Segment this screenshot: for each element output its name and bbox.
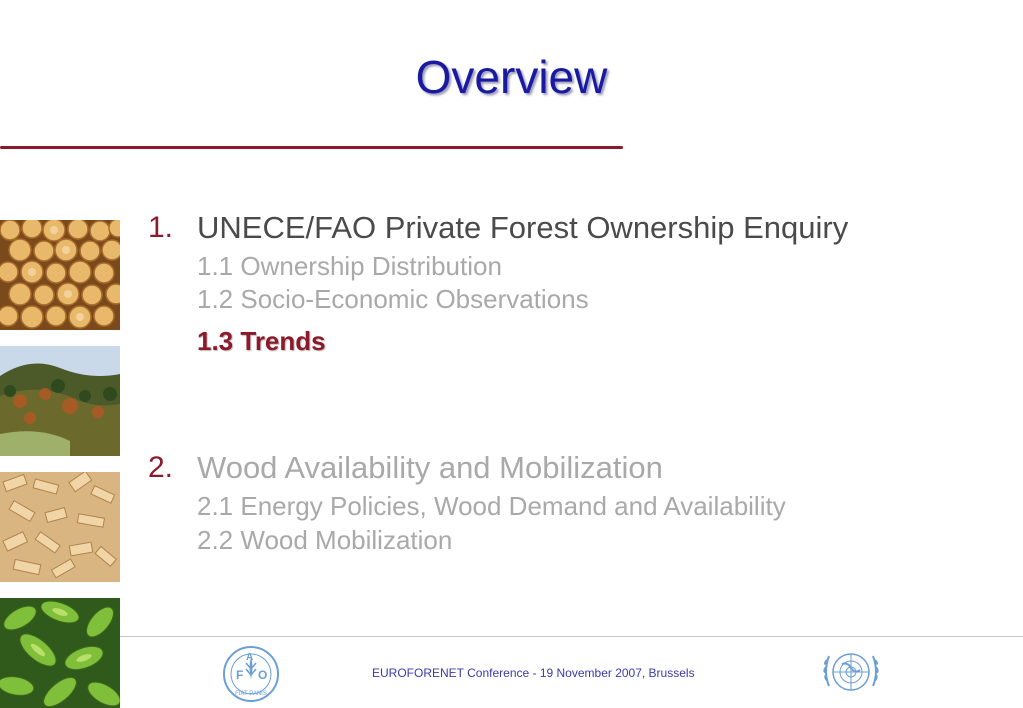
- fao-letter: A: [246, 652, 253, 663]
- footer-conference-text: EUROFORENET Conference - 19 November 200…: [372, 666, 695, 680]
- photo-green-leaves: [0, 598, 120, 708]
- subsection-item: 2.2 Wood Mobilization: [197, 525, 453, 555]
- title-underline: [0, 146, 623, 149]
- fao-motto: FIAT PANIS: [235, 691, 267, 697]
- subsection-item: 1.1 Ownership Distribution: [197, 251, 502, 281]
- section-number: 2.: [148, 451, 174, 484]
- subsection-item-current: 1.3 Trends: [197, 326, 326, 356]
- subsection-item: 2.1 Energy Policies, Wood Demand and Ava…: [197, 491, 786, 521]
- photo-forest-hillside: [0, 346, 120, 456]
- photo-wood-chips: [0, 472, 120, 582]
- section-title: UNECE/FAO Private Forest Ownership Enqui…: [197, 210, 849, 245]
- footer-divider: [120, 636, 1023, 637]
- section-title: Wood Availability and Mobilization: [197, 450, 663, 485]
- slide-title: Overview: [415, 51, 608, 103]
- fao-letter: F: [236, 668, 243, 682]
- photo-log-pile: [0, 220, 120, 330]
- fao-logo: F A O FIAT PANIS: [220, 645, 282, 708]
- subsection-item: 1.2 Socio-Economic Observations: [197, 284, 589, 314]
- fao-letter: O: [258, 668, 267, 682]
- section-number: 1.: [148, 211, 174, 244]
- un-emblem: [815, 642, 887, 707]
